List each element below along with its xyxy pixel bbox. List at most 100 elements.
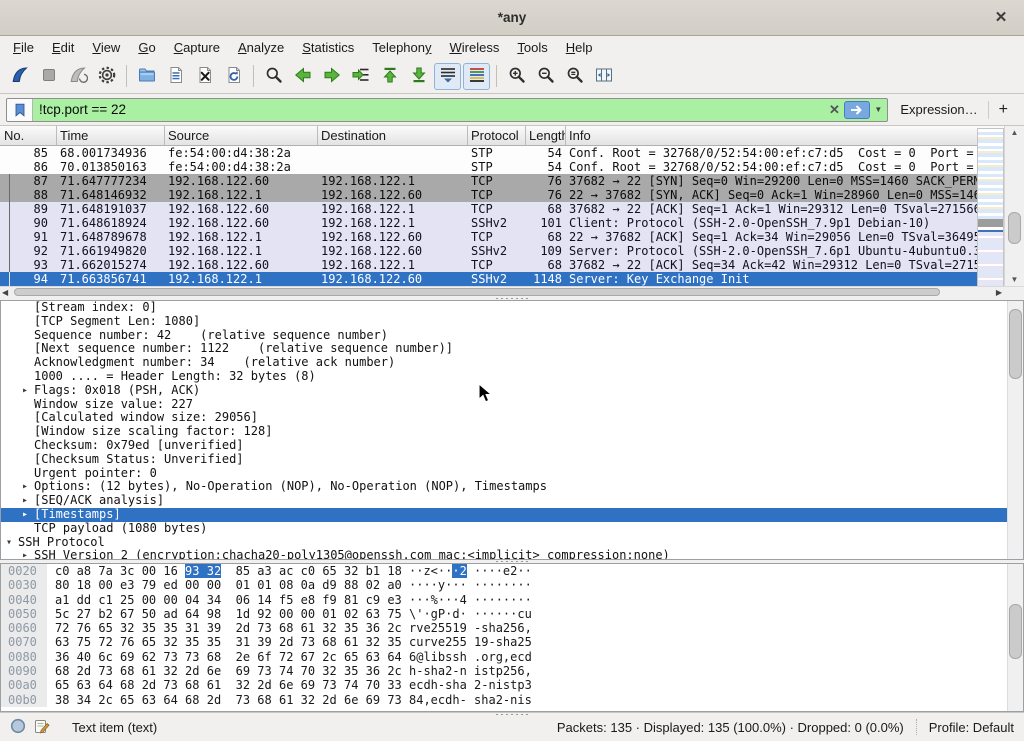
packet-row-88[interactable]: 8871.648146932192.168.122.1192.168.122.6… [0, 188, 977, 202]
capture-options-button[interactable] [93, 63, 120, 90]
packet-row-94[interactable]: 9471.663856741192.168.122.1192.168.122.6… [0, 272, 977, 286]
expert-info-icon[interactable] [10, 718, 26, 737]
collapsed-arrow-icon[interactable]: ▸ [22, 549, 28, 560]
hex-bytes[interactable]: 65 63 64 68 2d 73 68 61 32 2d 6e 69 73 7… [55, 678, 402, 692]
details-line[interactable]: Checksum: 0x79ed [unverified] [1, 439, 1023, 453]
packet-list-scrollbar[interactable]: ▲ ▼ [1004, 126, 1024, 286]
expanded-arrow-icon[interactable]: ▾ [6, 536, 12, 550]
hex-scrollbar[interactable] [1007, 564, 1023, 711]
column-time[interactable]: Time [57, 126, 165, 145]
zoom-in-button[interactable] [503, 63, 530, 90]
go-last-button[interactable] [405, 63, 432, 90]
auto-scroll-button[interactable] [434, 63, 461, 90]
packet-row-92[interactable]: 9271.661949820192.168.122.1192.168.122.6… [0, 244, 977, 258]
hex-bytes[interactable]: 72 76 65 32 35 35 31 39 2d 73 68 61 32 3… [55, 621, 402, 635]
go-first-button[interactable] [376, 63, 403, 90]
packet-row-87[interactable]: 8771.647777234192.168.122.60192.168.122.… [0, 174, 977, 188]
title-bar[interactable]: *any ✕ [0, 0, 1024, 36]
details-line[interactable]: Window size value: 227 [1, 398, 1023, 412]
menu-capture[interactable]: Capture [165, 37, 229, 58]
hex-ascii[interactable]: 6@libssh .org,ecd [409, 650, 532, 664]
menu-wireless[interactable]: Wireless [441, 37, 509, 58]
collapsed-arrow-icon[interactable]: ▸ [22, 384, 28, 398]
hex-ascii[interactable]: 84,ecdh- sha2-nis [409, 693, 532, 707]
go-forward-button[interactable] [318, 63, 345, 90]
stop-capture-button[interactable] [35, 63, 62, 90]
hex-bytes[interactable]: 63 75 72 76 65 32 35 35 31 39 2d 73 68 6… [55, 635, 402, 649]
hex-row-0020[interactable]: 0020c0 a8 7a 3c 00 16 93 32 85 a3 ac c0 … [1, 564, 1023, 578]
hex-ascii[interactable]: curve255 19-sha25 [409, 635, 532, 649]
packet-list-minimap[interactable] [977, 128, 1004, 286]
menu-view[interactable]: View [83, 37, 129, 58]
details-line[interactable]: ▸SSH Version 2 (encryption:chacha20-poly… [1, 549, 1023, 560]
hex-bytes[interactable]: 36 40 6c 69 62 73 73 68 2e 6f 72 67 2c 6… [55, 650, 402, 664]
filter-bookmark-button[interactable] [7, 99, 33, 121]
menu-help[interactable]: Help [557, 37, 602, 58]
scroll-thumb[interactable] [1008, 212, 1021, 244]
go-to-packet-button[interactable] [347, 63, 374, 90]
details-line[interactable]: ▸[Timestamps] [1, 508, 1023, 522]
details-line[interactable]: [Stream index: 0] [1, 301, 1023, 315]
details-line[interactable]: TCP payload (1080 bytes) [1, 522, 1023, 536]
details-line[interactable]: ▸Flags: 0x018 (PSH, ACK) [1, 384, 1023, 398]
hex-ascii[interactable]: ··z<···2 ····e2·· [409, 564, 532, 578]
column-length[interactable]: Length [526, 126, 566, 145]
filter-clear-icon[interactable]: ✕ [824, 102, 844, 118]
open-file-button[interactable] [133, 63, 160, 90]
close-icon[interactable]: ✕ [992, 9, 1010, 27]
hex-bytes[interactable]: c0 a8 7a 3c 00 16 93 32 85 a3 ac c0 65 3… [55, 564, 402, 578]
colorize-button[interactable] [463, 63, 490, 90]
hex-row-0040[interactable]: 0040a1 dd c1 25 00 00 04 34 06 14 f5 e8 … [1, 593, 1023, 607]
filter-apply-button[interactable] [844, 101, 870, 119]
hex-ascii[interactable]: ····y··· ········ [409, 578, 532, 592]
hex-row-0090[interactable]: 009068 2d 73 68 61 32 2d 6e 69 73 74 70 … [1, 664, 1023, 678]
packet-row-89[interactable]: 8971.648191037192.168.122.60192.168.122.… [0, 202, 977, 216]
details-line[interactable]: [Window size scaling factor: 128] [1, 425, 1023, 439]
packet-row-93[interactable]: 9371.662015274192.168.122.60192.168.122.… [0, 258, 977, 272]
packet-row-90[interactable]: 9071.648618924192.168.122.60192.168.122.… [0, 216, 977, 230]
hex-row-0030[interactable]: 003080 18 00 e3 79 ed 00 00 01 01 08 0a … [1, 578, 1023, 592]
hex-ascii[interactable]: ecdh-sha 2-nistp3 [409, 678, 532, 692]
collapsed-arrow-icon[interactable]: ▸ [22, 494, 28, 508]
collapsed-arrow-icon[interactable]: ▸ [22, 508, 28, 522]
details-line[interactable]: ▾SSH Protocol [1, 536, 1023, 550]
display-filter-field[interactable]: ✕ ▼ [6, 98, 888, 122]
details-line[interactable]: Urgent pointer: 0 [1, 467, 1023, 481]
details-scrollbar[interactable] [1007, 301, 1023, 559]
menu-edit[interactable]: Edit [43, 37, 83, 58]
hex-ascii[interactable]: h-sha2-n istp256, [409, 664, 532, 678]
details-line[interactable]: ▸Options: (12 bytes), No-Operation (NOP)… [1, 480, 1023, 494]
hex-row-0060[interactable]: 006072 76 65 32 35 35 31 39 2d 73 68 61 … [1, 621, 1023, 635]
menu-go[interactable]: Go [129, 37, 164, 58]
hex-bytes[interactable]: a1 dd c1 25 00 00 04 34 06 14 f5 e8 f9 8… [55, 593, 402, 607]
zoom-100-button[interactable] [561, 63, 588, 90]
restart-capture-button[interactable] [64, 63, 91, 90]
zoom-out-button[interactable] [532, 63, 559, 90]
hex-row-0070[interactable]: 007063 75 72 76 65 32 35 35 31 39 2d 73 … [1, 635, 1023, 649]
details-line[interactable]: Sequence number: 42 (relative sequence n… [1, 329, 1023, 343]
column-destination[interactable]: Destination [318, 126, 468, 145]
collapsed-arrow-icon[interactable]: ▸ [22, 480, 28, 494]
packet-list-hscrollbar[interactable]: ◀ ▶ [0, 286, 1024, 297]
details-line[interactable]: [Checksum Status: Unverified] [1, 453, 1023, 467]
packet-row-85[interactable]: 8568.001734936fe:54:00:d4:38:2aSTP54Conf… [0, 146, 977, 160]
packet-row-86[interactable]: 8670.013850163fe:54:00:d4:38:2aSTP54Conf… [0, 160, 977, 174]
scroll-up-icon[interactable]: ▲ [1005, 126, 1024, 139]
hex-bytes[interactable]: 5c 27 b2 67 50 ad 64 98 1d 92 00 00 01 0… [55, 607, 402, 621]
filter-dropdown-icon[interactable]: ▼ [872, 105, 887, 114]
resize-columns-button[interactable] [590, 63, 617, 90]
profile-status[interactable]: Profile: Default [929, 720, 1014, 735]
expression-button[interactable]: Expression… [900, 102, 977, 117]
hex-bytes[interactable]: 38 34 2c 65 63 64 68 2d 73 68 61 32 2d 6… [55, 693, 402, 707]
hscroll-thumb[interactable] [14, 288, 940, 296]
start-capture-button[interactable] [6, 63, 33, 90]
hex-bytes[interactable]: 68 2d 73 68 61 32 2d 6e 69 73 74 70 32 3… [55, 664, 402, 678]
scroll-down-icon[interactable]: ▼ [1005, 273, 1024, 286]
column-protocol[interactable]: Protocol [468, 126, 526, 145]
hex-bytes[interactable]: 80 18 00 e3 79 ed 00 00 01 01 08 0a d9 8… [55, 578, 402, 592]
details-line[interactable]: ▸[SEQ/ACK analysis] [1, 494, 1023, 508]
details-line[interactable]: Acknowledgment number: 34 (relative ack … [1, 356, 1023, 370]
reload-file-button[interactable] [220, 63, 247, 90]
menu-statistics[interactable]: Statistics [293, 37, 363, 58]
column-source[interactable]: Source [165, 126, 318, 145]
